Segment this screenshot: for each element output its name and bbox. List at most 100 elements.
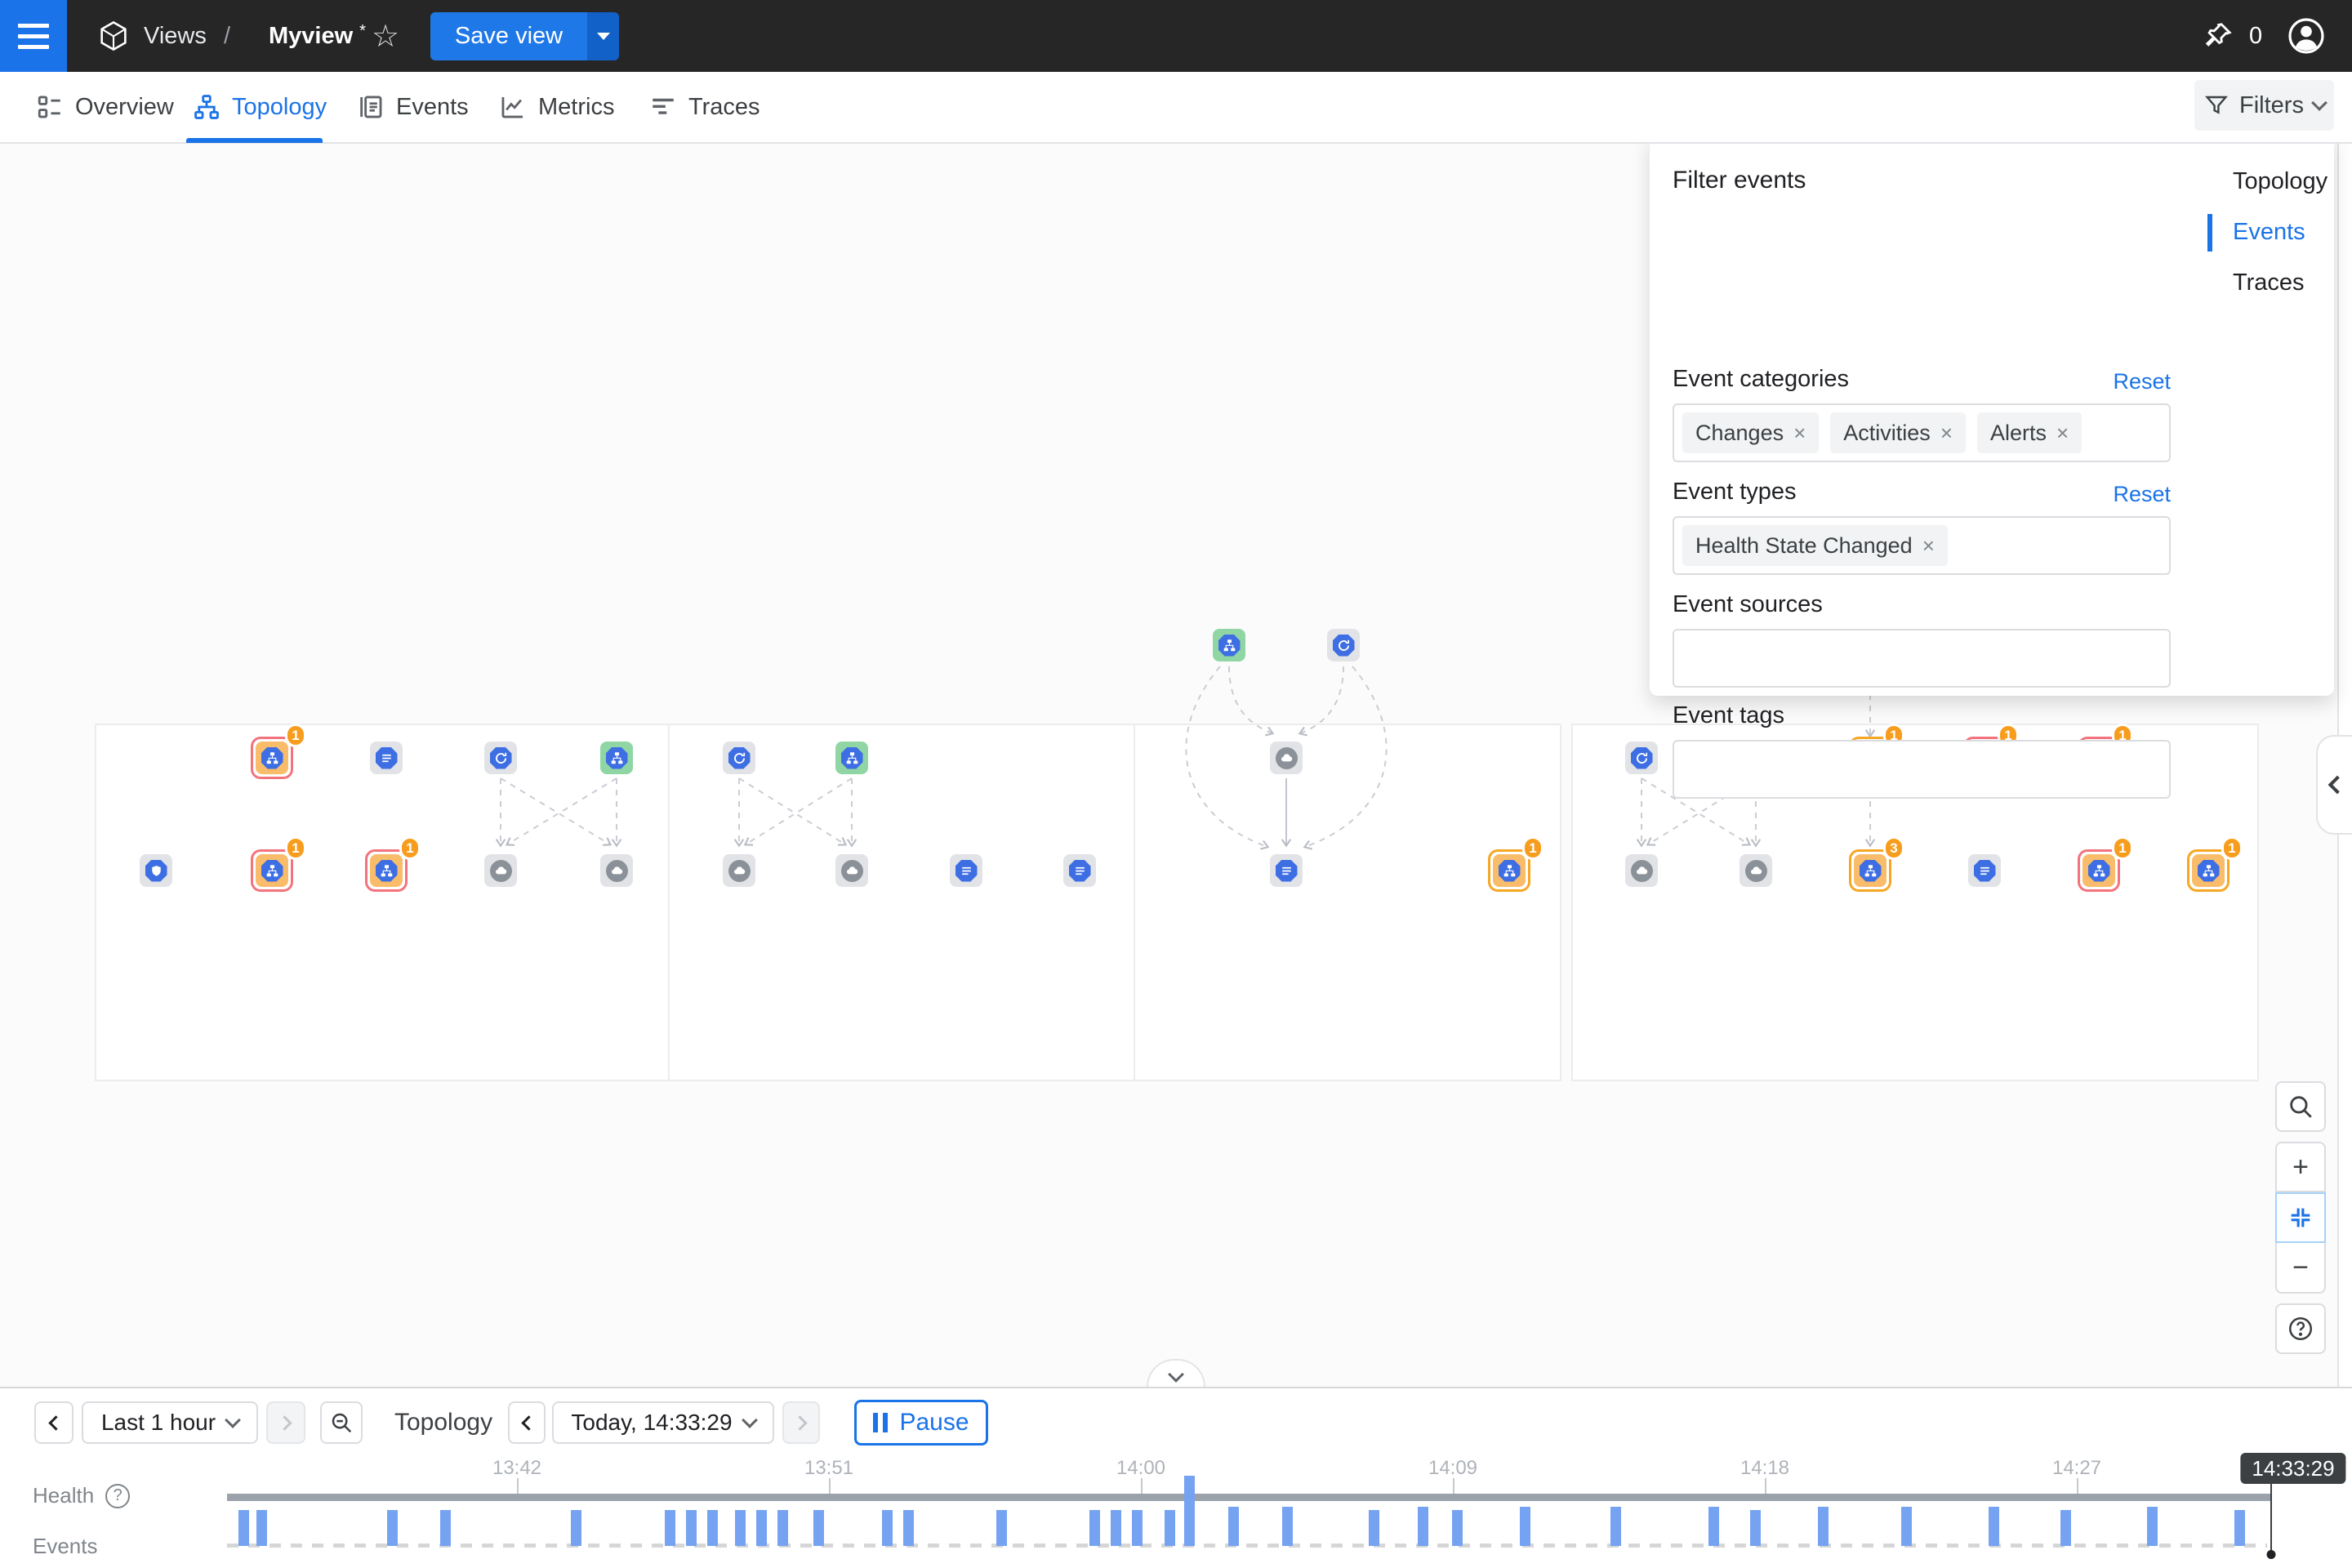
user-avatar[interactable] (2287, 0, 2326, 72)
tab-traces[interactable]: Traces (649, 72, 760, 142)
topology-node-list[interactable] (1270, 854, 1303, 887)
event-histogram-bar[interactable] (2234, 1510, 2245, 1546)
event-histogram-bar[interactable] (1418, 1507, 1428, 1546)
event-histogram-bar[interactable] (996, 1510, 1007, 1546)
zoom-in-button[interactable]: + (2275, 1142, 2326, 1192)
event-histogram-bar[interactable] (903, 1510, 914, 1546)
event-histogram-bar[interactable] (1750, 1510, 1761, 1546)
filter-nav-events[interactable]: Events (2233, 219, 2305, 246)
filter-nav-traces[interactable]: Traces (2233, 270, 2305, 296)
event-histogram-bar[interactable] (1901, 1507, 1912, 1546)
time-range-dropdown[interactable]: Last 1 hour (82, 1401, 258, 1444)
filters-button[interactable]: Filters (2194, 80, 2334, 131)
event-histogram-bar[interactable] (440, 1510, 451, 1546)
event-categories-input[interactable]: Changes× Activities× Alerts× (1673, 403, 2171, 462)
event-histogram-bar[interactable] (735, 1510, 746, 1546)
remove-chip-icon[interactable]: × (1793, 421, 1806, 446)
tab-overview[interactable]: Overview (36, 72, 174, 142)
topology-node-list[interactable] (950, 854, 982, 887)
time-step-back-button[interactable] (508, 1401, 546, 1444)
topology-node-cloud[interactable] (1625, 854, 1658, 887)
topology-node-shield[interactable] (140, 854, 172, 887)
filter-chip[interactable]: Activities× (1830, 412, 1966, 453)
topology-node-net-alert[interactable]: 3 (1849, 849, 1891, 892)
save-view-dropdown-button[interactable] (587, 12, 619, 60)
pin-icon[interactable] (2202, 0, 2234, 72)
event-histogram-bar[interactable] (1818, 1507, 1829, 1546)
event-histogram-bar[interactable] (1184, 1476, 1195, 1546)
event-histogram-bar[interactable] (707, 1510, 718, 1546)
health-timeline-bar[interactable] (227, 1494, 2270, 1501)
search-topology-button[interactable] (2275, 1081, 2326, 1132)
event-types-input[interactable]: Health State Changed× (1673, 516, 2171, 575)
tab-metrics[interactable]: Metrics (499, 72, 614, 142)
event-categories-reset-link[interactable]: Reset (2113, 369, 2171, 394)
event-histogram-bar[interactable] (1369, 1510, 1379, 1546)
topology-node-cloud[interactable] (484, 854, 517, 887)
topology-node-net-alert[interactable]: 1 (2187, 849, 2230, 892)
event-histogram-bar[interactable] (1132, 1510, 1143, 1546)
topology-node-cloud[interactable] (1270, 742, 1303, 774)
event-histogram-bar[interactable] (665, 1510, 675, 1546)
filter-chip[interactable]: Changes× (1682, 412, 1819, 453)
hamburger-menu-button[interactable] (0, 0, 67, 72)
event-histogram-bar[interactable] (1111, 1510, 1121, 1546)
event-sources-input[interactable] (1673, 629, 2171, 688)
topology-node-net-alert[interactable]: 1 (251, 849, 293, 892)
health-help-icon[interactable]: ? (105, 1484, 130, 1508)
topology-node-list[interactable] (1968, 854, 2001, 887)
tab-topology[interactable]: Topology (193, 72, 327, 142)
topology-node-cloud[interactable] (1740, 854, 1772, 887)
filter-nav-topology[interactable]: Topology (2233, 168, 2328, 195)
topology-node-net-alert[interactable]: 1 (365, 849, 408, 892)
topology-node-net[interactable] (835, 742, 868, 774)
favorite-star-icon[interactable]: ☆ (372, 0, 399, 72)
event-histogram-bar[interactable] (686, 1510, 697, 1546)
topology-node-cloud[interactable] (723, 854, 755, 887)
topology-node-net[interactable] (1213, 629, 1245, 662)
event-histogram-bar[interactable] (2060, 1510, 2071, 1546)
help-button[interactable] (2275, 1303, 2326, 1354)
topology-node-net-alert[interactable]: 1 (2078, 849, 2120, 892)
tab-events[interactable]: Events (357, 72, 469, 142)
fit-to-screen-button[interactable] (2275, 1192, 2326, 1243)
event-histogram-bar[interactable] (2147, 1507, 2158, 1546)
filter-chip[interactable]: Alerts× (1977, 412, 2082, 453)
time-step-forward-button[interactable] (782, 1401, 820, 1444)
zoom-out-time-button[interactable] (320, 1401, 363, 1444)
event-types-reset-link[interactable]: Reset (2113, 482, 2171, 507)
event-tags-input[interactable] (1673, 740, 2171, 799)
current-time-dropdown[interactable]: Today, 14:33:29 (552, 1401, 774, 1444)
event-histogram-bar[interactable] (813, 1510, 824, 1546)
pause-button[interactable]: Pause (854, 1400, 988, 1446)
event-histogram-bar[interactable] (256, 1510, 267, 1546)
topology-node-list[interactable] (1063, 854, 1096, 887)
topology-node-sync[interactable] (484, 742, 517, 774)
topology-node-sync[interactable] (1625, 742, 1658, 774)
topology-node-net[interactable] (600, 742, 633, 774)
event-histogram-bar[interactable] (387, 1510, 398, 1546)
topology-node-cloud[interactable] (835, 854, 868, 887)
event-histogram-bar[interactable] (1228, 1507, 1239, 1546)
topology-node-sync[interactable] (1327, 629, 1360, 662)
topology-node-net-alert[interactable]: 1 (251, 737, 293, 779)
topology-node-sync[interactable] (723, 742, 755, 774)
event-histogram-bar[interactable] (1610, 1507, 1621, 1546)
event-histogram-bar[interactable] (1089, 1510, 1100, 1546)
event-histogram-bar[interactable] (571, 1510, 581, 1546)
event-histogram-bar[interactable] (1708, 1507, 1719, 1546)
topology-node-list[interactable] (370, 742, 403, 774)
event-histogram-bar[interactable] (882, 1510, 893, 1546)
expand-right-panel-handle[interactable] (2316, 735, 2352, 835)
event-histogram-bar[interactable] (1452, 1510, 1463, 1546)
event-histogram-bar[interactable] (1989, 1507, 1999, 1546)
time-cursor-line[interactable] (2270, 1484, 2272, 1553)
event-histogram-bar[interactable] (1165, 1510, 1175, 1546)
event-histogram-bar[interactable] (1520, 1507, 1530, 1546)
time-range-forward-button[interactable] (266, 1401, 305, 1444)
time-range-back-button[interactable] (34, 1401, 74, 1444)
topology-node-cloud[interactable] (600, 854, 633, 887)
event-histogram-bar[interactable] (1282, 1507, 1293, 1546)
event-histogram-bar[interactable] (238, 1510, 249, 1546)
event-histogram-bar[interactable] (756, 1510, 767, 1546)
